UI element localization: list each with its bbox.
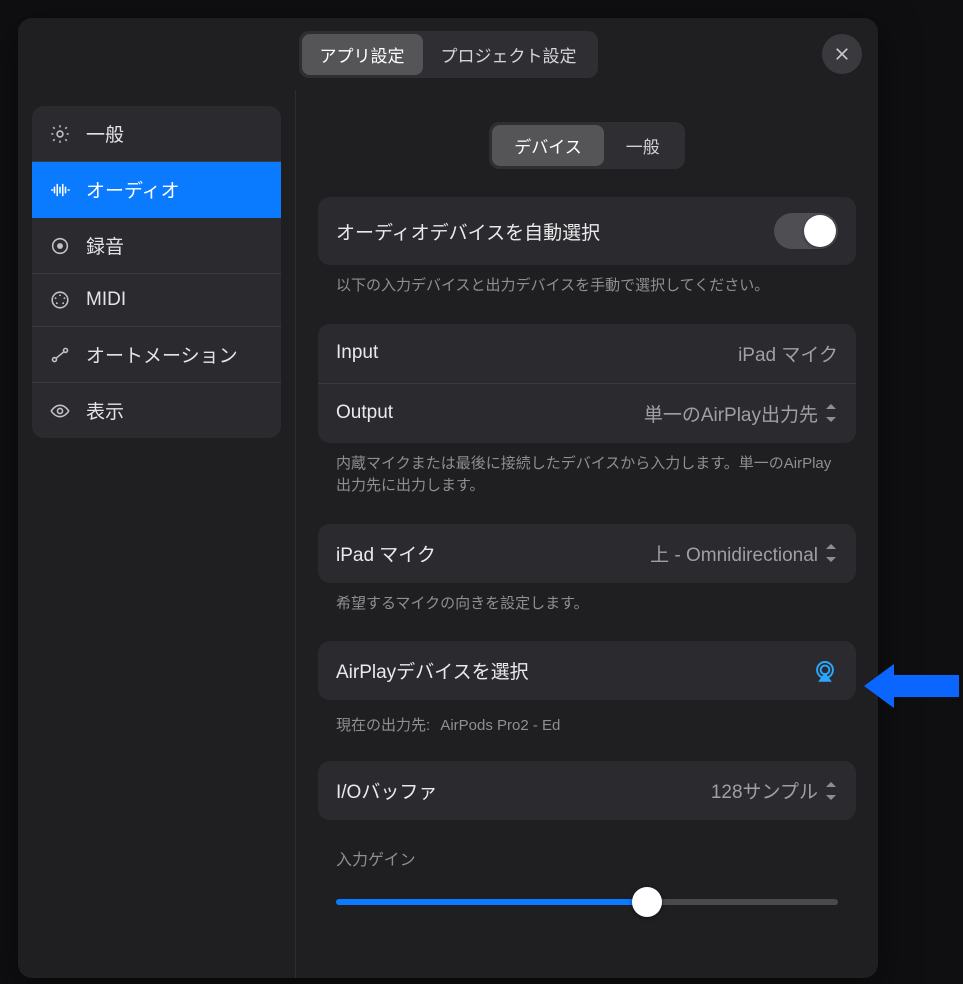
section-airplay: AirPlayデバイスを選択 現在の出力先: AirPods Pro2 - Ed	[318, 641, 856, 735]
auto-select-label: オーディオデバイスを自動選択	[336, 218, 600, 245]
sidebar-item-view[interactable]: 表示	[32, 383, 281, 438]
audio-wave-icon	[48, 178, 72, 202]
sidebar-list: 一般 オーディオ 録音	[32, 106, 281, 438]
section-buffer: I/Oバッファ 128サンプル	[318, 761, 856, 820]
airplay-icon	[812, 658, 838, 684]
sub-tab-general[interactable]: 一般	[604, 125, 682, 166]
mic-label: iPad マイク	[336, 540, 436, 567]
sidebar-item-label: MIDI	[86, 289, 126, 311]
row-output[interactable]: Output 単一のAirPlay出力先	[318, 383, 856, 443]
updown-icon	[824, 403, 838, 423]
buffer-label: I/Oバッファ	[336, 777, 437, 804]
input-value: iPad マイク	[738, 340, 838, 367]
close-icon	[833, 45, 851, 63]
sidebar-item-label: オーディオ	[86, 176, 180, 203]
tab-app-settings[interactable]: アプリ設定	[302, 34, 423, 75]
auto-select-help: 以下の入力デバイスと出力デバイスを手動で選択してください。	[318, 265, 856, 298]
updown-icon	[824, 781, 838, 801]
row-input[interactable]: Input iPad マイク	[318, 324, 856, 383]
sidebar: 一般 オーディオ 録音	[18, 90, 296, 978]
input-label: Input	[336, 342, 378, 364]
sidebar-item-general[interactable]: 一般	[32, 106, 281, 162]
mic-value: 上 - Omnidirectional	[650, 540, 818, 567]
airplay-current-label: 現在の出力先:	[336, 717, 430, 734]
sidebar-item-automation[interactable]: オートメーション	[32, 327, 281, 383]
eye-icon	[48, 399, 72, 423]
slider-thumb	[632, 887, 662, 917]
auto-select-toggle[interactable]	[774, 213, 838, 249]
airplay-current: 現在の出力先: AirPods Pro2 - Ed	[318, 700, 856, 735]
output-value: 単一のAirPlay出力先	[644, 400, 818, 427]
modal-header: アプリ設定 プロジェクト設定	[18, 18, 878, 90]
row-auto-select: オーディオデバイスを自動選択	[318, 197, 856, 265]
gear-icon	[48, 122, 72, 146]
record-icon	[48, 234, 72, 258]
section-auto-select: オーディオデバイスを自動選択 以下の入力デバイスと出力デバイスを手動で選択してく…	[318, 197, 856, 298]
updown-icon	[824, 543, 838, 563]
output-label: Output	[336, 402, 393, 424]
row-buffer[interactable]: I/Oバッファ 128サンプル	[318, 761, 856, 820]
toggle-knob	[804, 215, 836, 247]
modal-body: 一般 オーディオ 録音	[18, 90, 878, 978]
sidebar-item-label: 録音	[86, 232, 124, 259]
gain-slider[interactable]	[336, 888, 838, 916]
slider-fill	[336, 899, 647, 905]
settings-modal: アプリ設定 プロジェクト設定 一般 オーディオ	[18, 18, 878, 978]
section-gain: 入力ゲイン	[318, 846, 856, 916]
close-button[interactable]	[822, 34, 862, 74]
airplay-current-value: AirPods Pro2 - Ed	[440, 717, 560, 734]
sidebar-item-label: 表示	[86, 397, 124, 424]
section-mic: iPad マイク 上 - Omnidirectional 希望するマイクの向きを…	[318, 524, 856, 616]
row-mic[interactable]: iPad マイク 上 - Omnidirectional	[318, 524, 856, 583]
row-airplay-select[interactable]: AirPlayデバイスを選択	[318, 641, 856, 700]
sidebar-item-midi[interactable]: MIDI	[32, 274, 281, 327]
sidebar-item-audio[interactable]: オーディオ	[32, 162, 281, 218]
gain-label: 入力ゲイン	[336, 846, 838, 870]
automation-icon	[48, 343, 72, 367]
tab-project-settings[interactable]: プロジェクト設定	[423, 34, 595, 75]
sub-tab-device[interactable]: デバイス	[492, 125, 604, 166]
sub-tab-group: デバイス 一般	[318, 122, 856, 169]
airplay-label: AirPlayデバイスを選択	[336, 657, 529, 684]
annotation-arrow	[864, 660, 959, 717]
midi-icon	[48, 288, 72, 312]
mic-help: 希望するマイクの向きを設定します。	[318, 583, 856, 616]
sidebar-item-label: オートメーション	[86, 341, 238, 368]
sidebar-item-record[interactable]: 録音	[32, 218, 281, 274]
io-help: 内蔵マイクまたは最後に接続したデバイスから入力します。単一のAirPlay出力先…	[318, 443, 856, 498]
content-pane: デバイス 一般 オーディオデバイスを自動選択 以下の入力デバイスと出力デバイスを…	[296, 90, 878, 978]
header-tab-group: アプリ設定 プロジェクト設定	[299, 31, 598, 78]
section-io: Input iPad マイク Output 単一のAirPlay出力先 内蔵マイ…	[318, 324, 856, 498]
buffer-value: 128サンプル	[711, 777, 818, 804]
sidebar-item-label: 一般	[86, 120, 124, 147]
